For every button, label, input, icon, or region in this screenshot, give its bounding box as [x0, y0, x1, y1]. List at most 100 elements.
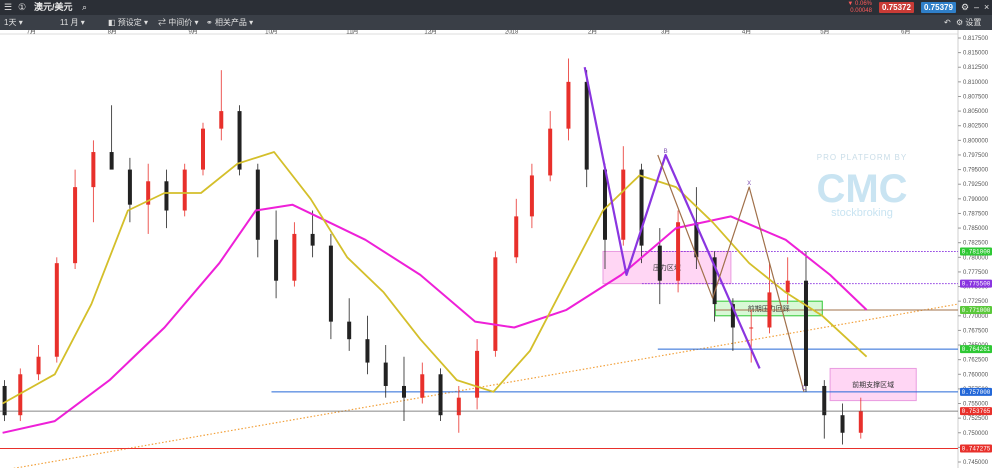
related-products-button[interactable]: ⚭ 相关产品 ▾	[206, 15, 253, 30]
y-tick-label: 0.807500	[963, 94, 989, 100]
candle-body	[548, 128, 553, 176]
hamburger-icon[interactable]: ☰	[4, 0, 12, 15]
candle-body	[328, 245, 333, 322]
midprice-button[interactable]: ⇄ 中间价 ▾	[158, 15, 198, 30]
pattern-point-label: X	[747, 181, 751, 187]
y-tick-label: 0.800000	[963, 138, 989, 144]
candle-body	[840, 415, 845, 433]
close-icon[interactable]: ×	[984, 0, 989, 15]
minimize-icon[interactable]: –	[974, 0, 979, 15]
price-tag-label: 0.775500	[962, 281, 991, 288]
price-tag-label: 0.747275	[962, 446, 991, 453]
candle-body	[182, 169, 187, 211]
gear-icon: ⚙	[956, 18, 964, 27]
chevron-down-icon: ▾	[249, 18, 254, 27]
watermark-logo: CMC	[816, 167, 907, 211]
x-tick-label: 2018	[505, 30, 519, 35]
forecast-label: 预设定	[117, 18, 142, 27]
y-tick-label: 0.777500	[963, 270, 989, 276]
related-label: 相关产品	[214, 18, 247, 27]
candle-body	[109, 152, 114, 170]
candle-body	[566, 81, 571, 129]
y-tick-label: 0.785000	[963, 226, 989, 232]
y-tick-label: 0.752500	[963, 416, 989, 422]
candle-body	[858, 411, 863, 433]
y-tick-label: 0.780000	[963, 255, 989, 261]
candle-body	[514, 216, 519, 258]
wrench-icon[interactable]: ⚙	[961, 0, 969, 15]
y-tick-label: 0.750000	[963, 431, 989, 437]
info-circle-icon[interactable]: ①	[18, 0, 26, 15]
chevron-down-icon: ▾	[144, 18, 149, 27]
y-tick-label: 0.810000	[963, 80, 989, 86]
x-tick-label: 12月	[424, 30, 437, 35]
candle-body	[310, 233, 315, 246]
y-tick-label: 0.797500	[963, 153, 989, 159]
title-bar: ☰ ① 澳元/美元 ⌕ ▼ 0.06% 0.00048 0.75372 0.75…	[0, 0, 992, 15]
candle-body	[749, 327, 754, 329]
x-tick-label: 5月	[820, 30, 829, 35]
y-tick-label: 0.812500	[963, 65, 989, 71]
candle-body	[401, 385, 406, 398]
candle-body	[54, 263, 59, 357]
candle-body	[274, 239, 279, 281]
candle-body	[438, 374, 443, 416]
buy-price-button[interactable]: 0.75379	[921, 2, 956, 13]
candle-body	[127, 169, 132, 205]
candle-body	[529, 175, 534, 217]
candle-body	[219, 111, 224, 129]
y-tick-label: 0.760000	[963, 372, 989, 378]
candle-body	[36, 356, 41, 375]
candle-body	[584, 81, 589, 170]
candle-body	[383, 362, 388, 386]
pattern-point-label: C	[802, 386, 807, 392]
interval-label: 1天	[4, 18, 17, 27]
candle-body	[420, 374, 425, 398]
candle-body	[657, 245, 662, 281]
midprice-label: 中间价	[168, 18, 193, 27]
x-tick-label: 10月	[265, 30, 278, 35]
chevron-down-icon: ▾	[80, 18, 85, 27]
price-tag-label: 0.764261	[962, 346, 991, 353]
instrument-name: 澳元/美元	[34, 2, 73, 12]
settings-label: 设置	[965, 18, 982, 27]
y-tick-label: 0.787500	[963, 211, 989, 217]
price-tag-label: 0.781000	[962, 248, 991, 255]
candle-body	[803, 280, 808, 386]
related-icon: ⚭	[206, 18, 213, 27]
forecast-button[interactable]: ◧ 预设定 ▾	[108, 15, 148, 30]
search-icon[interactable]: ⌕	[82, 0, 87, 15]
price-tag-label: 0.753765	[962, 408, 991, 415]
candle-body	[767, 292, 772, 328]
change-percent: ▼ 0.06%	[847, 1, 872, 7]
y-tick-label: 0.772500	[963, 299, 989, 305]
period-select[interactable]: 11 月 ▾	[60, 15, 85, 30]
settings-button[interactable]: ⚙ 设置	[956, 15, 981, 30]
candle-body	[456, 397, 461, 416]
forecast-icon: ◧	[108, 18, 116, 27]
candle-body	[73, 187, 78, 264]
y-tick-label: 0.767500	[963, 328, 989, 334]
y-tick-label: 0.805000	[963, 109, 989, 115]
watermark-line2: stockbroking	[831, 207, 893, 219]
price-chart[interactable]: 7月 8月 9月 10月 11月 12月 2018 2月 3月 4月 5月 6月 0.817500 0.8…	[0, 30, 992, 468]
x-tick-label: 7月	[27, 30, 36, 35]
price-tag-label: 0.757000	[962, 389, 991, 396]
ma-short-line	[2, 151, 868, 405]
candle-body	[365, 339, 370, 363]
y-tick-label: 0.802500	[963, 124, 989, 130]
y-tick-label: 0.755000	[963, 402, 989, 408]
candle-body	[164, 181, 169, 211]
sell-price-button[interactable]: 0.75372	[879, 2, 914, 13]
candle-body	[676, 222, 681, 281]
undo-icon[interactable]: ↶	[944, 15, 951, 30]
y-tick-label: 0.790000	[963, 197, 989, 203]
candle-body	[822, 385, 827, 416]
y-tick-label: 0.770000	[963, 314, 989, 320]
period-label: 11 月	[60, 18, 79, 27]
interval-select[interactable]: 1天 ▾	[4, 15, 23, 30]
y-tick-label: 0.817500	[963, 36, 989, 42]
y-tick-label: 0.795000	[963, 168, 989, 174]
x-tick-label: 11月	[346, 30, 358, 35]
y-tick-label: 0.815000	[963, 51, 989, 57]
